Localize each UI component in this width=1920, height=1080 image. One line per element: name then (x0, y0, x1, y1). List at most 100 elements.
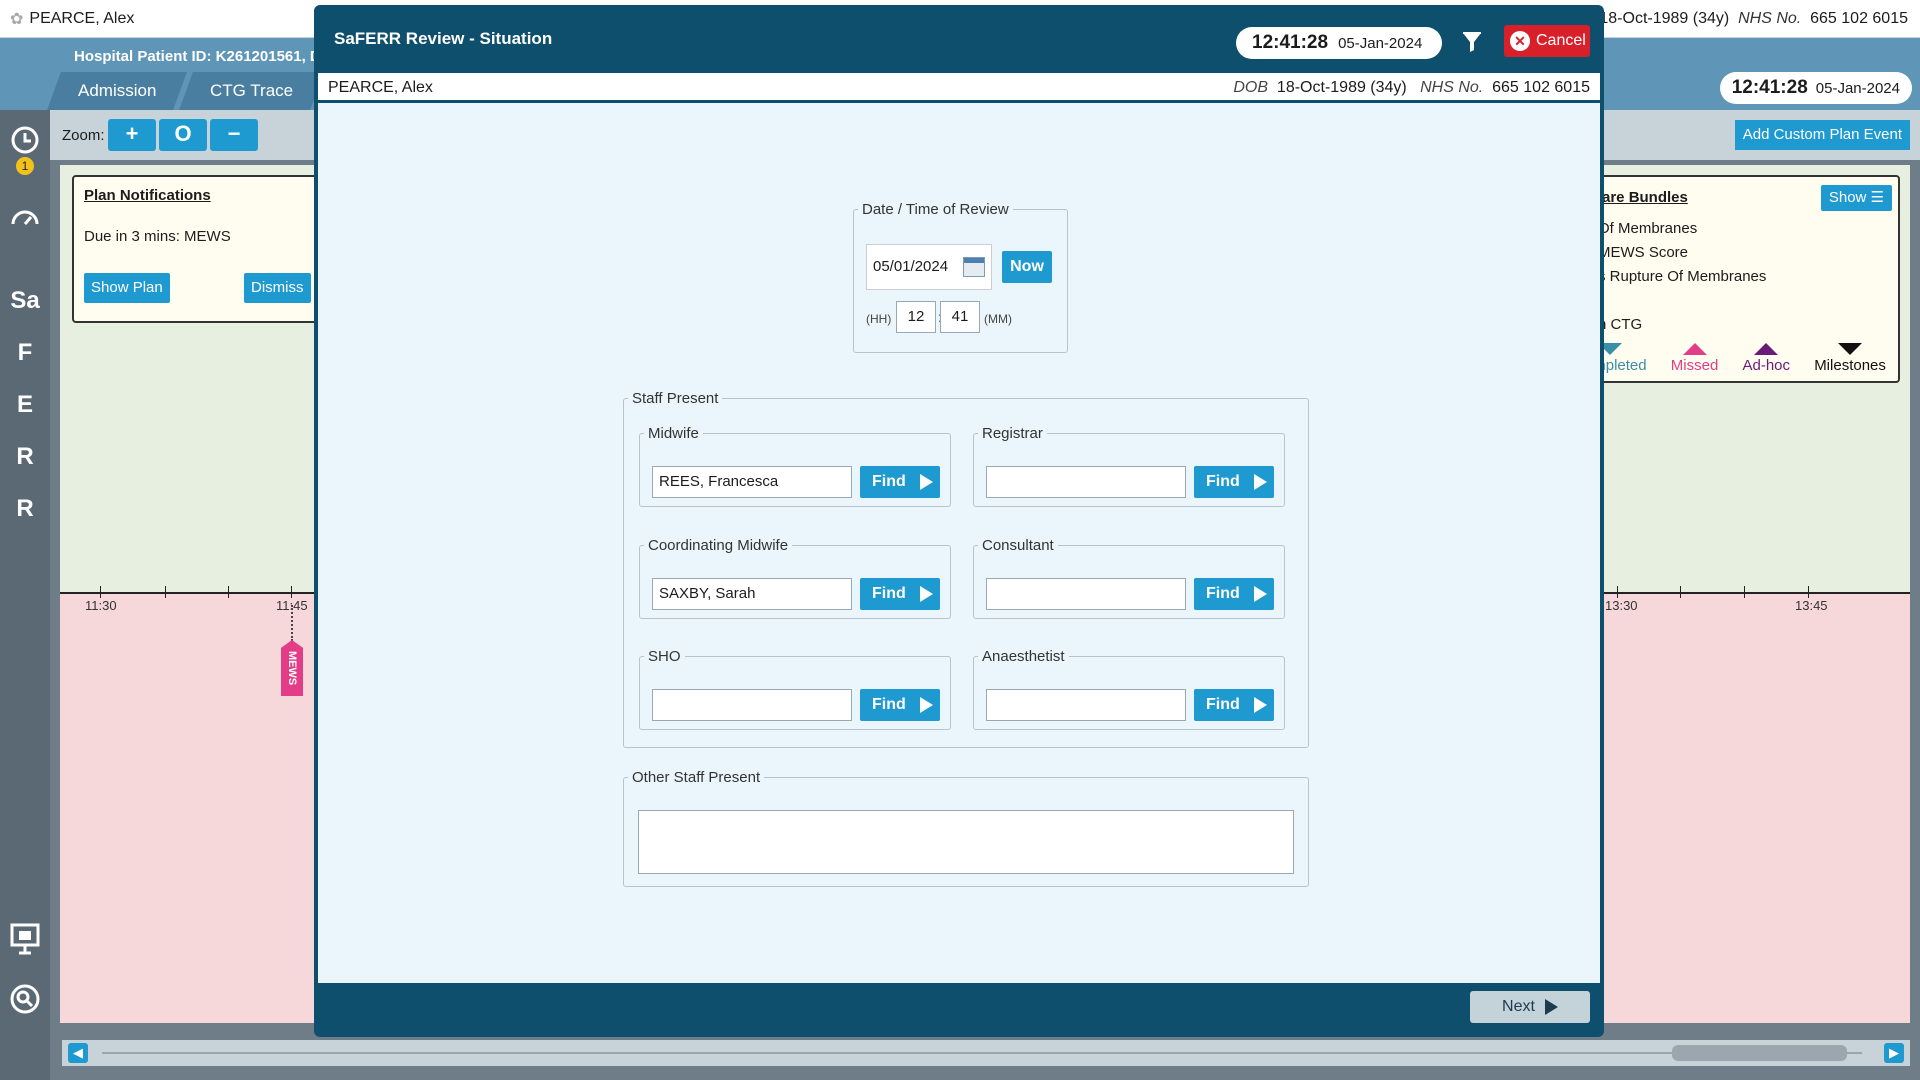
next-label: Next (1502, 998, 1535, 1015)
plan-notifications-panel: Plan Notifications Due in 3 mins: MEWS S… (72, 175, 342, 323)
review-datetime-legend: Date / Time of Review (862, 201, 1009, 218)
nhs-label: NHS No. (1420, 79, 1484, 96)
registrar-input[interactable] (986, 466, 1186, 498)
dob-value: 18-Oct-1989 (34y) (1276, 79, 1407, 96)
presentation-icon[interactable] (6, 922, 44, 960)
dismiss-button[interactable]: Dismiss (244, 273, 311, 303)
axis-tick (165, 586, 166, 598)
registrar-group: Registrar Find (973, 425, 1285, 507)
scrollbar-thumb[interactable] (1672, 1045, 1847, 1061)
tab-ctg-trace[interactable]: CTG Trace (179, 72, 325, 110)
legend-adhoc: Ad-hoc (1742, 343, 1790, 374)
show-plan-button[interactable]: Show Plan (84, 273, 170, 303)
staff-present-group: Staff Present Midwife REES, Francesca Fi… (623, 390, 1309, 748)
rail-item-f[interactable]: F (6, 334, 44, 372)
scroll-right-icon[interactable]: ▶ (1884, 1043, 1904, 1063)
axis-tick (100, 586, 101, 598)
midwife-legend: Midwife (648, 425, 699, 442)
modal-clock-date: 05-Jan-2024 (1338, 34, 1423, 52)
hospital-patient-id: Hospital Patient ID: K261201561, De (74, 48, 330, 65)
cancel-button[interactable]: ✕ Cancel (1504, 25, 1590, 57)
zoom-reset-button[interactable]: O (159, 119, 207, 151)
modal-clock-time: 12:41:28 (1252, 32, 1329, 53)
consultant-input[interactable] (986, 578, 1186, 610)
modal-body: Date / Time of Review 05/01/2024 Now (HH… (318, 103, 1600, 983)
other-staff-group: Other Staff Present (623, 769, 1309, 887)
modal-header: SaFERR Review - Situation 12:41:28 05-Ja… (318, 9, 1600, 73)
nhs-label: NHS No. (1738, 10, 1802, 27)
coordinating-midwife-legend: Coordinating Midwife (648, 537, 789, 554)
add-custom-plan-event-button[interactable]: Add Custom Plan Event (1734, 120, 1910, 150)
zoom-in-button[interactable]: + (108, 119, 156, 151)
modal-patient-demographics: DOB 18-Oct-1989 (34y) NHS No. 665 102 60… (1233, 79, 1590, 97)
coordinating-midwife-find-button[interactable]: Find (860, 578, 940, 610)
modal-patient-bar: PEARCE, Alex DOB 18-Oct-1989 (34y) NHS N… (318, 73, 1600, 103)
plan-notification-message: Due in 3 mins: MEWS (84, 228, 231, 245)
rail-item-r2[interactable]: R (6, 490, 44, 528)
sho-input[interactable] (652, 689, 852, 721)
anaesthetist-input[interactable] (986, 689, 1186, 721)
axis-tick-label: 13:30 (1605, 598, 1638, 613)
hour-input[interactable]: 12 (896, 301, 936, 333)
anaesthetist-find-button[interactable]: Find (1194, 689, 1274, 721)
dashboard-gauge-icon[interactable] (6, 200, 44, 238)
axis-tick (291, 586, 292, 598)
next-button[interactable]: Next (1470, 991, 1590, 1023)
list-item[interactable]: MEWS Score (1598, 241, 1766, 265)
hh-label: (HH) (866, 312, 892, 326)
horizontal-scrollbar[interactable]: ◀ ▶ (62, 1040, 1910, 1066)
list-item[interactable]: n CTG (1598, 313, 1766, 337)
rail-item-r1[interactable]: R (6, 438, 44, 476)
modal-clock: 12:41:28 05-Jan-2024 (1236, 27, 1442, 59)
header-clock-date: 05-Jan-2024 (1815, 79, 1900, 97)
registrar-find-button[interactable]: Find (1194, 466, 1274, 498)
rail-item-e[interactable]: E (6, 386, 44, 424)
menu-icon: ☰ (1870, 189, 1884, 206)
midwife-group: Midwife REES, Francesca Find (639, 425, 951, 507)
review-date-field[interactable]: 05/01/2024 (866, 244, 992, 290)
calendar-icon[interactable] (963, 257, 985, 277)
play-arrow-icon (1253, 586, 1267, 602)
staff-present-legend: Staff Present (632, 390, 719, 407)
saferr-review-modal: SaFERR Review - Situation 12:41:28 05-Ja… (314, 5, 1604, 1037)
scrollbar-track (102, 1052, 1862, 1054)
alarm-clock-icon[interactable] (6, 122, 44, 160)
now-button[interactable]: Now (1002, 251, 1052, 283)
cancel-label: Cancel (1536, 32, 1586, 49)
zoom-out-button[interactable]: − (210, 119, 258, 151)
consultant-find-button[interactable]: Find (1194, 578, 1274, 610)
modal-title: SaFERR Review - Situation (334, 29, 553, 48)
minute-input[interactable]: 41 (940, 301, 980, 333)
close-icon: ✕ (1510, 31, 1530, 51)
list-item[interactable]: Of Membranes (1598, 217, 1766, 241)
tab-admission[interactable]: Admission (47, 72, 188, 110)
anaesthetist-group: Anaesthetist Find (973, 648, 1285, 730)
coordinating-midwife-input[interactable]: SAXBY, Sarah (652, 578, 852, 610)
sho-group: SHO Find (639, 648, 951, 730)
review-datetime-group: Date / Time of Review 05/01/2024 Now (HH… (853, 201, 1068, 353)
plan-notifications-title: Plan Notifications (84, 187, 211, 204)
coordinating-midwife-group: Coordinating Midwife SAXBY, Sarah Find (639, 537, 951, 619)
filter-icon[interactable] (1461, 31, 1487, 57)
modal-footer: Next (318, 983, 1600, 1031)
alarm-count-badge: 1 (16, 157, 34, 175)
left-rail: 1 Sa F E R R (0, 110, 50, 1080)
search-icon[interactable] (6, 982, 44, 1020)
care-bundles-show-button[interactable]: Show ☰ (1820, 185, 1892, 211)
sho-find-button[interactable]: Find (860, 689, 940, 721)
midwife-input[interactable]: REES, Francesca (652, 466, 852, 498)
rail-item-sa[interactable]: Sa (6, 282, 44, 320)
consultant-group: Consultant Find (973, 537, 1285, 619)
other-staff-textarea[interactable] (638, 810, 1294, 874)
consultant-legend: Consultant (982, 537, 1054, 554)
list-item[interactable] (1598, 289, 1766, 313)
mews-marker[interactable]: MEWS (281, 640, 303, 696)
sho-legend: SHO (648, 648, 681, 665)
axis-tick (1744, 586, 1745, 598)
scroll-left-icon[interactable]: ◀ (68, 1043, 88, 1063)
play-arrow-icon (1253, 474, 1267, 490)
nhs-value: 665 102 6015 (1492, 79, 1590, 96)
list-item[interactable]: s Rupture Of Membranes (1598, 265, 1766, 289)
midwife-find-button[interactable]: Find (860, 466, 940, 498)
header-clock: 12:41:28 05-Jan-2024 (1719, 72, 1912, 104)
